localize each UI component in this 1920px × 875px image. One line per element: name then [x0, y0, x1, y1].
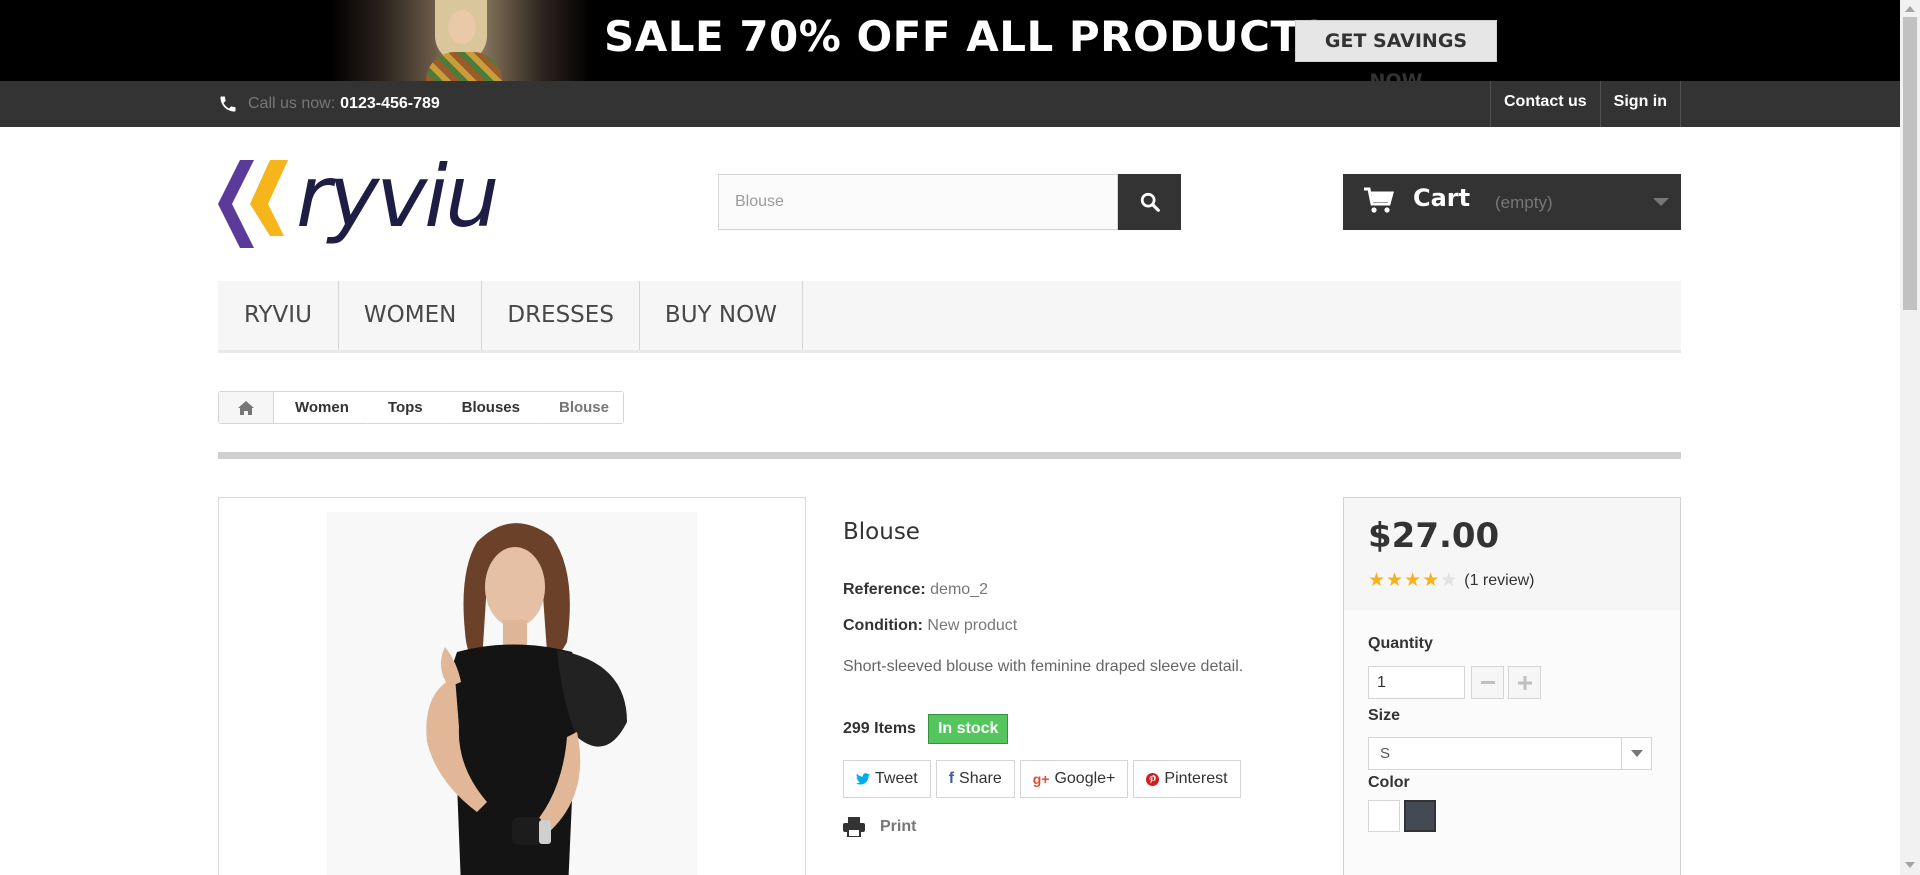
pinterest-icon — [1146, 772, 1160, 786]
tweet-button[interactable]: Tweet — [843, 760, 931, 798]
breadcrumb-item-women[interactable]: Women — [274, 392, 377, 424]
star-icon: ★ — [1386, 570, 1404, 591]
product-photo-model — [327, 512, 697, 875]
logo-text: ryviu — [296, 147, 500, 247]
google-plus-icon: g+ — [1032, 771, 1050, 787]
product-description: Short-sleeved blouse with feminine drape… — [843, 658, 1244, 675]
contact-us-link[interactable]: Contact us — [1490, 81, 1600, 127]
scroll-down-arrow[interactable] — [1905, 862, 1915, 868]
color-swatch-white[interactable] — [1368, 800, 1400, 832]
search-button[interactable] — [1118, 174, 1181, 230]
phone-icon — [220, 96, 236, 112]
availability: 299 Items In stock — [843, 714, 1009, 744]
scroll-up-arrow[interactable] — [1905, 6, 1915, 12]
phone-number: 0123-456-789 — [340, 95, 440, 112]
page-scrollbar[interactable] — [1900, 0, 1920, 875]
size-select[interactable]: S — [1368, 737, 1652, 770]
condition-value: New product — [927, 617, 1018, 634]
chevron-down-icon — [1621, 738, 1651, 769]
logo-mark-icon — [218, 160, 288, 248]
get-savings-button[interactable]: GET SAVINGS NOW — [1295, 20, 1497, 81]
phone-info: Call us now: 0123-456-789 — [218, 81, 440, 127]
star-icon: ★ — [1422, 570, 1440, 591]
rating[interactable]: ★ ★ ★ ★ ★ (1 review) — [1368, 571, 1534, 590]
facebook-share-button[interactable]: f Share — [935, 760, 1015, 798]
product-options: Quantity 1 Size S Color — [1344, 610, 1680, 875]
quantity-increase-button[interactable] — [1508, 666, 1541, 699]
product-price: $27.00 — [1368, 516, 1500, 556]
site-logo[interactable]: ryviu — [218, 154, 500, 252]
breadcrumb-label: Women — [295, 399, 349, 416]
sign-in-link[interactable]: Sign in — [1599, 81, 1681, 127]
search-input[interactable] — [718, 174, 1118, 230]
product-image[interactable] — [218, 497, 806, 875]
banner-headline: SALE 70% OFF ALL PRODUCTS — [604, 12, 1331, 61]
star-empty-icon: ★ — [1440, 570, 1458, 591]
breadcrumb-item-tops[interactable]: Tops — [366, 392, 451, 424]
reference-value: demo_2 — [930, 581, 988, 598]
plus-icon — [1517, 675, 1532, 690]
breadcrumb-item-blouses[interactable]: Blouses — [440, 392, 548, 424]
items-count: 299 Items — [843, 720, 916, 737]
quantity-decrease-button[interactable] — [1471, 666, 1504, 699]
breadcrumb-label: Tops — [387, 399, 423, 416]
breadcrumb-home[interactable] — [219, 392, 274, 423]
menu-item-buy-now[interactable]: BUY NOW — [640, 281, 803, 350]
home-icon — [238, 400, 254, 415]
breadcrumb-label: Blouses — [461, 399, 520, 416]
cart-button[interactable]: Cart (empty) — [1343, 174, 1681, 230]
size-label: Size — [1368, 707, 1401, 724]
color-swatch-dark-grey[interactable] — [1404, 800, 1436, 832]
star-icon: ★ — [1404, 570, 1422, 591]
share-label: Share — [959, 770, 1002, 787]
price-box: $27.00 ★ ★ ★ ★ ★ (1 review) — [1344, 498, 1680, 611]
promo-banner[interactable]: SALE 70% OFF ALL PRODUCTS GET SAVINGS NO… — [0, 0, 1900, 81]
cart-label: Cart — [1413, 184, 1471, 212]
google-plus-label: Google+ — [1054, 770, 1116, 787]
share-buttons: Tweet f Share g+ Google+ Pinterest — [843, 760, 1241, 798]
size-value: S — [1380, 745, 1391, 762]
star-icon: ★ — [1368, 570, 1386, 591]
color-label: Color — [1368, 774, 1410, 791]
breadcrumb: Women Tops Blouses Blouse — [218, 391, 624, 424]
search-icon — [1140, 192, 1160, 212]
menu-item-dresses[interactable]: DRESSES — [482, 281, 640, 350]
chevron-down-icon — [1653, 198, 1669, 206]
tweet-label: Tweet — [875, 770, 918, 787]
review-count[interactable]: (1 review) — [1464, 572, 1534, 590]
page: SALE 70% OFF ALL PRODUCTS GET SAVINGS NO… — [0, 0, 1900, 875]
call-label: Call us now: — [248, 95, 336, 112]
reference-label: Reference: — [843, 581, 926, 598]
search-bar — [718, 174, 1181, 230]
breadcrumb-item-current: Blouse — [537, 392, 623, 423]
scrollbar-thumb[interactable] — [1903, 17, 1917, 310]
main-menu: RYVIU WOMEN DRESSES BUY NOW — [218, 281, 1681, 353]
cart-icon — [1364, 187, 1394, 213]
buy-box: $27.00 ★ ★ ★ ★ ★ (1 review) Quantity 1 S… — [1343, 497, 1681, 875]
print-link[interactable]: Print — [843, 817, 916, 837]
twitter-icon — [856, 773, 870, 785]
product-reference: Reference: demo_2 — [843, 581, 988, 599]
condition-label: Condition: — [843, 617, 923, 634]
top-nav-bar: Call us now: 0123-456-789 Contact us Sig… — [0, 81, 1900, 127]
pinterest-button[interactable]: Pinterest — [1133, 760, 1241, 798]
cart-status: (empty) — [1495, 193, 1553, 212]
pinterest-label: Pinterest — [1164, 770, 1228, 787]
stock-badge: In stock — [927, 714, 1009, 744]
print-label: Print — [880, 818, 917, 835]
minus-icon — [1480, 680, 1495, 684]
printer-icon — [843, 817, 865, 837]
google-plus-button[interactable]: g+ Google+ — [1019, 760, 1129, 798]
facebook-icon: f — [948, 770, 955, 787]
quantity-input[interactable]: 1 — [1368, 666, 1465, 699]
menu-item-ryviu[interactable]: RYVIU — [218, 281, 339, 350]
product-condition: Condition: New product — [843, 617, 1017, 635]
product-title: Blouse — [843, 519, 920, 545]
banner-model-image — [330, 0, 590, 81]
menu-item-women[interactable]: WOMEN — [339, 281, 483, 350]
quantity-label: Quantity — [1368, 635, 1433, 652]
section-divider — [218, 452, 1681, 459]
